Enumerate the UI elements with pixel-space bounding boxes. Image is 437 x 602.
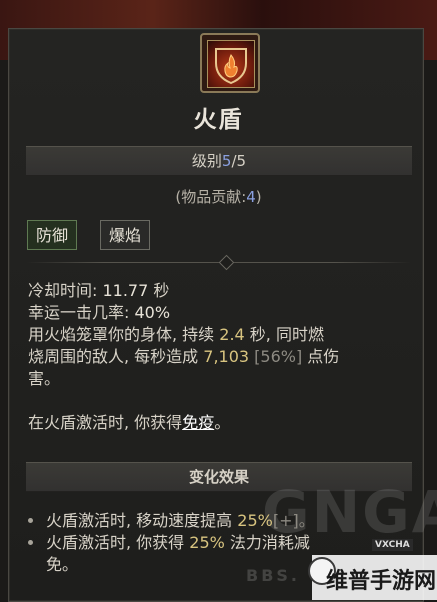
effect-item: 火盾激活时, 你获得 25% 法力消耗减 bbox=[26, 532, 416, 554]
item-contrib-prefix: (物品贡献: bbox=[175, 188, 247, 206]
effect-item: 火盾激活时, 移动速度提高 25%[+]。 bbox=[26, 510, 416, 532]
skill-title: 火盾 bbox=[193, 107, 244, 133]
cooldown-value: 11.77 bbox=[102, 281, 149, 300]
description-line-3: 害。 bbox=[28, 369, 61, 388]
item-contrib-value: 4 bbox=[246, 188, 256, 206]
effect-2-value: 25% bbox=[189, 533, 225, 552]
bullet-icon bbox=[28, 540, 33, 545]
effect-1a: 火盾激活时, 移动速度提高 bbox=[46, 511, 238, 530]
cooldown-line: 冷却时间: 11.77 秒 bbox=[28, 280, 418, 302]
item-contrib-suffix: ) bbox=[255, 188, 262, 206]
desc-1a: 用火焰笼罩你的身体, 持续 bbox=[28, 325, 220, 344]
effects-header: 变化效果 bbox=[26, 462, 412, 492]
description-line-4: 在火盾激活时, 你获得免疫。 bbox=[28, 412, 418, 434]
desc-1b: 秒, 同时燃 bbox=[244, 325, 324, 344]
effect-2b: 法力消耗减 bbox=[224, 533, 310, 552]
site-watermark: 维普手游网 bbox=[326, 569, 437, 594]
lucky-hit-line: 幸运一击几率: 40% bbox=[28, 302, 418, 324]
damage-percent: [56%] bbox=[249, 347, 308, 366]
description-line-1: 用火焰笼罩你的身体, 持续 2.4 秒, 同时燃 bbox=[28, 324, 418, 346]
tag-defense: 防御 bbox=[27, 220, 78, 250]
desc-4b: 。 bbox=[214, 413, 231, 432]
desc-2b: 点伤 bbox=[307, 347, 340, 366]
desc-2a: 烧周围的敌人, 每秒造成 bbox=[28, 347, 204, 366]
tag-pyromancy: 爆焰 bbox=[100, 220, 151, 250]
watermark-vxcha: VXCHA bbox=[372, 539, 413, 551]
lucky-hit-value: 40% bbox=[134, 303, 171, 322]
effect-2c: 免。 bbox=[46, 555, 79, 574]
desc-4a: 在火盾激活时, 你获得 bbox=[28, 413, 183, 432]
rank-label: 级别 bbox=[191, 152, 222, 170]
item-contribution: (物品贡献:4) bbox=[0, 186, 437, 207]
effect-1-value: 25% bbox=[237, 511, 273, 530]
damage-value: 7,103 bbox=[203, 347, 250, 366]
rank-max: 5 bbox=[236, 152, 247, 170]
lucky-hit-label: 幸运一击几率: bbox=[28, 303, 135, 322]
cooldown-label: 冷却时间: bbox=[28, 281, 103, 300]
immune-keyword[interactable]: 免疫 bbox=[182, 413, 214, 432]
duration-value: 2.4 bbox=[219, 325, 245, 344]
description-line-2: 烧周围的敌人, 每秒造成 7,103 [56%] 点伤 bbox=[28, 346, 418, 368]
skill-icon-frame bbox=[200, 33, 260, 93]
effect-1b: [+]。 bbox=[272, 511, 315, 530]
fire-shield-icon bbox=[207, 40, 255, 88]
rank-bar: 级别5/5 bbox=[26, 146, 412, 176]
effect-2a: 火盾激活时, 你获得 bbox=[46, 533, 190, 552]
cooldown-unit: 秒 bbox=[148, 281, 170, 300]
skill-stats: 冷却时间: 11.77 秒 幸运一击几率: 40% 用火焰笼罩你的身体, 持续 … bbox=[28, 280, 418, 434]
bullet-icon bbox=[28, 518, 33, 523]
